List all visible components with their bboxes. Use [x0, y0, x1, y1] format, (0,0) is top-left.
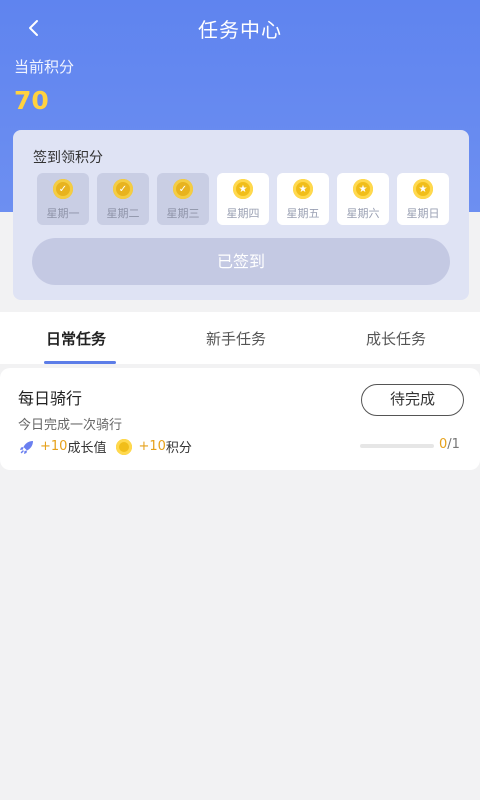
tab-newbie-tasks[interactable]: 新手任务: [206, 328, 266, 349]
day-label: 星期日: [406, 207, 440, 220]
signin-title: 签到领积分: [33, 150, 103, 166]
signin-day-sat: ★ 星期六: [337, 173, 389, 225]
signin-card: 签到领积分 ✓ 星期一 ✓ 星期二 ✓ 星期三 ★ 星期四 ★ 星期五 ★ 星期…: [13, 130, 469, 300]
page-title: 任务中心: [198, 18, 282, 42]
task-description: 今日完成一次骑行: [18, 418, 123, 433]
day-label: 星期六: [346, 207, 380, 220]
points-reward-value: +10: [138, 439, 166, 454]
check-coin-icon: ✓: [173, 179, 193, 199]
star-coin-icon: ★: [353, 179, 373, 199]
task-tabs: 日常任务 新手任务 成长任务: [0, 312, 480, 364]
task-pending-button[interactable]: 待完成: [361, 384, 464, 416]
signin-day-wed: ✓ 星期三: [157, 173, 209, 225]
tab-daily-tasks[interactable]: 日常任务: [46, 328, 106, 349]
day-label: 星期五: [286, 207, 320, 220]
day-label: 星期一: [46, 207, 80, 220]
star-coin-icon: ★: [233, 179, 253, 199]
active-tab-indicator: [44, 361, 116, 364]
signin-days: ✓ 星期一 ✓ 星期二 ✓ 星期三 ★ 星期四 ★ 星期五 ★ 星期六 ★ 星期…: [37, 173, 449, 225]
task-name: 每日骑行: [18, 389, 83, 408]
signin-day-thu: ★ 星期四: [217, 173, 269, 225]
task-card-daily-ride: 每日骑行 今日完成一次骑行 +10 成长值 +10 积分 待完成 0/1: [0, 368, 480, 470]
growth-reward-value: +10: [40, 439, 68, 454]
points-value: 70: [14, 86, 49, 115]
signin-day-mon: ✓ 星期一: [37, 173, 89, 225]
day-label: 星期三: [166, 207, 200, 220]
task-progress-text: 0/1: [439, 437, 460, 452]
task-progress-bar: [360, 444, 434, 448]
points-reward-unit: 积分: [165, 441, 192, 456]
growth-reward-unit: 成长值: [67, 441, 107, 456]
signin-day-tue: ✓ 星期二: [97, 173, 149, 225]
star-coin-icon: ★: [413, 179, 433, 199]
points-label: 当前积分: [14, 58, 75, 76]
coin-icon: [116, 438, 133, 455]
signin-day-sun: ★ 星期日: [397, 173, 449, 225]
check-coin-icon: ✓: [53, 179, 73, 199]
task-rewards: +10 成长值 +10 积分: [18, 437, 202, 456]
tab-growth-tasks[interactable]: 成长任务: [366, 328, 426, 349]
progress-total: /1: [447, 437, 460, 452]
rocket-icon: [18, 438, 36, 456]
day-label: 星期四: [226, 207, 260, 220]
star-coin-icon: ★: [293, 179, 313, 199]
signin-day-fri: ★ 星期五: [277, 173, 329, 225]
check-coin-icon: ✓: [113, 179, 133, 199]
day-label: 星期二: [106, 207, 140, 220]
signed-in-button[interactable]: 已签到: [32, 238, 450, 285]
